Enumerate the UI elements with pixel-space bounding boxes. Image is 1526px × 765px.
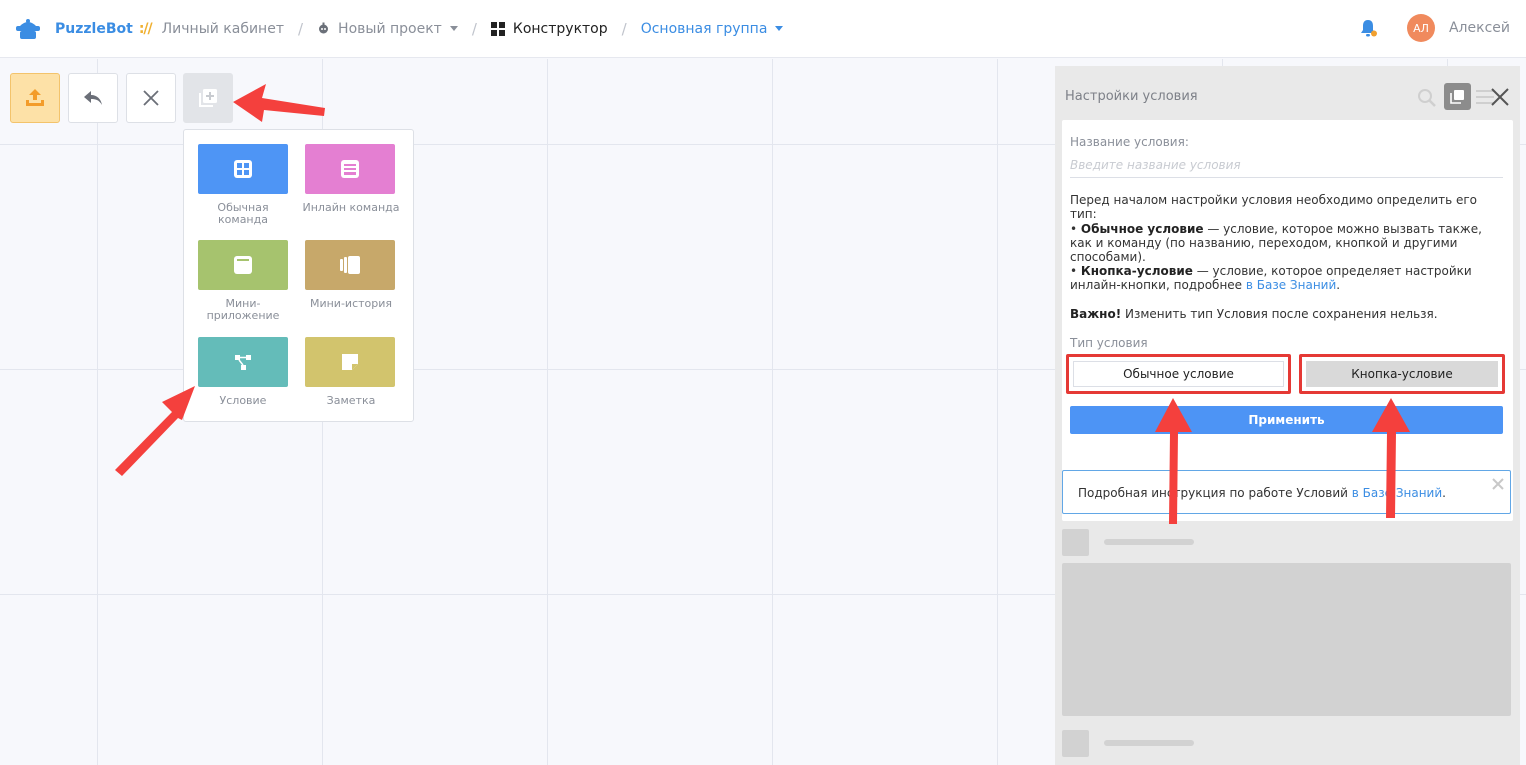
- logo[interactable]: PuzzleBot ://: [14, 17, 153, 41]
- breadcrumb-group[interactable]: Основная группа: [641, 21, 784, 37]
- skeleton-placeholder: [1062, 730, 1089, 757]
- chevron-down-icon: [449, 26, 458, 31]
- menu-mini-story-label: Мини-история: [309, 297, 393, 310]
- regular-condition-bold: Обычное условие: [1080, 222, 1204, 236]
- upload-icon: [26, 89, 44, 106]
- info-knowledge-base-link[interactable]: в Базе Знаний: [1352, 486, 1442, 500]
- breadcrumb-constructor-label: Конструктор: [512, 20, 608, 37]
- condition-name-input[interactable]: [1070, 152, 1503, 178]
- apply-button[interactable]: Применить: [1070, 406, 1503, 434]
- add-block-button[interactable]: [183, 73, 233, 123]
- copy-icon: [1450, 90, 1464, 104]
- skeleton-placeholder: [1104, 539, 1194, 545]
- button-condition-bold: Кнопка-условие: [1080, 264, 1193, 278]
- menu-condition[interactable]: [198, 337, 288, 387]
- inline-list-icon: [341, 160, 359, 178]
- logo-text: PuzzleBot: [55, 20, 133, 37]
- breadcrumb-project-label: Новый проект: [338, 20, 442, 37]
- menu-regular-command[interactable]: [198, 144, 288, 194]
- close-icon[interactable]: [1491, 477, 1505, 491]
- grid-icon: [490, 21, 505, 36]
- menu-note-label: Заметка: [326, 394, 376, 407]
- condition-type-label: Тип условия: [1070, 336, 1148, 350]
- menu-regular-command-label: Обычная команда: [217, 201, 269, 226]
- info-text-content: Подробная инструкция по работе Условий: [1078, 486, 1352, 500]
- info-text-end: .: [1442, 486, 1446, 500]
- window-icon: [234, 256, 252, 274]
- skeleton-placeholder: [1062, 529, 1089, 556]
- breadcrumb-cabinet[interactable]: Личный кабинет: [162, 21, 284, 37]
- button-condition-button[interactable]: Кнопка-условие: [1299, 354, 1505, 394]
- chevron-down-icon: [775, 26, 784, 31]
- logo-slash: ://: [138, 20, 153, 37]
- breadcrumb-separator: /: [471, 19, 477, 38]
- button-condition-button-label: Кнопка-условие: [1351, 367, 1453, 381]
- note-icon: [342, 354, 358, 370]
- breadcrumb-separator: /: [297, 19, 304, 38]
- bell-icon[interactable]: [1359, 18, 1377, 38]
- intro-text: Перед началом настройки условия необходи…: [1070, 193, 1500, 221]
- menu-note[interactable]: [305, 337, 395, 387]
- important-note: Важно! Изменить тип Условия после сохран…: [1070, 307, 1500, 321]
- intro-text-content: Перед началом настройки условия необходи…: [1070, 193, 1478, 221]
- breadcrumb-group-label: Основная группа: [640, 20, 768, 37]
- menu-mini-story[interactable]: [305, 240, 395, 290]
- important-bold: Важно!: [1070, 307, 1122, 321]
- skeleton-placeholder: [1104, 740, 1194, 746]
- add-block-icon: [199, 89, 217, 107]
- close-icon: [143, 90, 159, 106]
- copy-button[interactable]: [1444, 83, 1471, 110]
- menu-inline-command[interactable]: [305, 144, 395, 194]
- condition-name-label: Название условия:: [1070, 135, 1189, 149]
- menu-mini-app[interactable]: [198, 240, 288, 290]
- undo-icon: [84, 91, 102, 105]
- info-banner-text: Подробная инструкция по работе Условий в…: [1078, 486, 1446, 500]
- breadcrumb: Личный кабинет / Новый проект / Конструк…: [162, 20, 784, 38]
- grid-icon: [234, 160, 252, 178]
- regular-condition-button[interactable]: Обычное условие: [1066, 354, 1291, 394]
- panel-title: Настройки условия: [1065, 89, 1198, 104]
- condition-form-card: Название условия: Перед началом настройк…: [1062, 120, 1513, 521]
- close-icon[interactable]: [1489, 86, 1511, 108]
- search-icon[interactable]: [1417, 88, 1437, 108]
- regular-condition-button-label: Обычное условие: [1123, 367, 1234, 381]
- breadcrumb-project[interactable]: Новый проект: [317, 21, 458, 37]
- menu-mini-app-label: Мини-приложение: [206, 297, 280, 322]
- menu-inline-command-label: Инлайн команда: [302, 201, 400, 214]
- avatar[interactable]: АЛ: [1406, 14, 1435, 42]
- header-user-area: АЛ Алексей: [1359, 14, 1510, 42]
- button-condition-desc: • Кнопка-условие — условие, которое опре…: [1070, 264, 1472, 292]
- menu-condition-label: Условие: [219, 394, 267, 407]
- stories-icon: [340, 256, 360, 274]
- upload-button[interactable]: [10, 73, 60, 123]
- puzzlebot-logo-icon: [16, 18, 40, 39]
- knowledge-base-link[interactable]: в Базе Знаний: [1246, 278, 1336, 292]
- button-condition-end: .: [1336, 278, 1341, 292]
- info-banner: Подробная инструкция по работе Условий в…: [1062, 470, 1511, 514]
- bot-icon: [319, 22, 329, 34]
- top-header: PuzzleBot :// Личный кабинет / Новый про…: [0, 0, 1526, 58]
- user-name[interactable]: Алексей: [1449, 20, 1510, 36]
- breadcrumb-constructor[interactable]: Конструктор: [490, 20, 608, 37]
- close-button[interactable]: [126, 73, 176, 123]
- regular-condition-desc: • Обычное условие — условие, которое мож…: [1070, 222, 1482, 264]
- breadcrumb-separator: /: [621, 19, 627, 38]
- skeleton-placeholder: [1062, 563, 1511, 716]
- condition-settings-panel: Настройки условия Название условия: Пере…: [1055, 66, 1520, 765]
- flow-icon: [235, 355, 251, 370]
- important-text: Изменить тип Условия после сохранения не…: [1121, 307, 1438, 321]
- undo-button[interactable]: [68, 73, 118, 123]
- add-block-menu: Обычная команда Инлайн команда Мини-прил…: [183, 129, 414, 422]
